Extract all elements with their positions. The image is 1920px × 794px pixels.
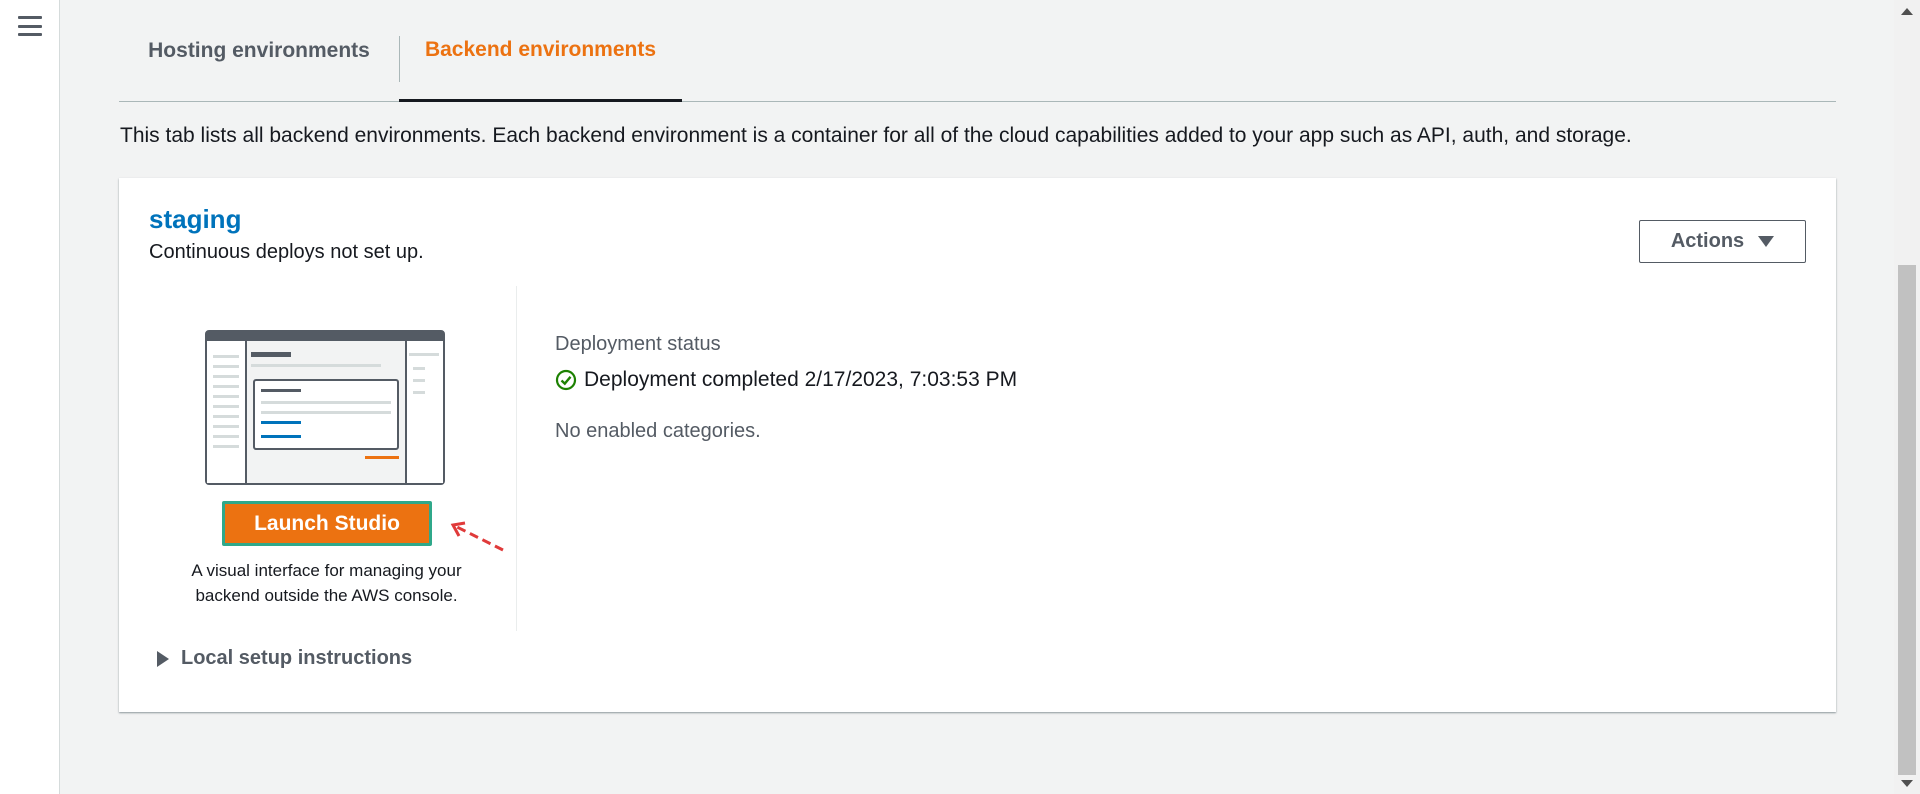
tab-hosting-environments[interactable]: Hosting environments [119,0,399,102]
environment-tabs: Hosting environments Backend environment… [119,0,1836,102]
categories-text: No enabled categories. [555,420,761,442]
hamburger-menu-icon[interactable] [18,14,42,38]
tab-backend-environments[interactable]: Backend environments [399,0,682,102]
environment-card: staging Continuous deploys not set up. A… [119,178,1836,712]
scroll-up-icon[interactable] [1901,8,1913,15]
scroll-down-icon[interactable] [1901,780,1913,787]
studio-description: A visual interface for managing your bac… [191,561,462,605]
left-nav-rail [0,0,60,794]
check-circle-icon [555,369,577,391]
vertical-divider [516,286,517,631]
local-setup-label: Local setup instructions [181,647,413,669]
annotation-arrow-icon [450,521,504,552]
tab-description: This tab lists all backend environments.… [120,124,1632,147]
local-setup-expander[interactable]: Local setup instructions [157,647,412,670]
caret-down-icon [1758,236,1775,247]
studio-illustration [205,330,445,485]
deployment-status-label: Deployment status [555,333,721,355]
actions-dropdown-button[interactable]: Actions [1639,220,1806,263]
environment-subtitle: Continuous deploys not set up. [149,241,424,263]
environment-name-link[interactable]: staging [149,204,241,235]
deployment-status-text: Deployment completed 2/17/2023, 7:03:53 … [584,368,1018,391]
launch-studio-button[interactable]: Launch Studio [222,501,432,546]
scrollbar-thumb[interactable] [1898,265,1916,775]
deployment-status: Deployment completed 2/17/2023, 7:03:53 … [555,368,1017,392]
caret-right-icon [157,650,169,667]
actions-label: Actions [1670,230,1745,252]
